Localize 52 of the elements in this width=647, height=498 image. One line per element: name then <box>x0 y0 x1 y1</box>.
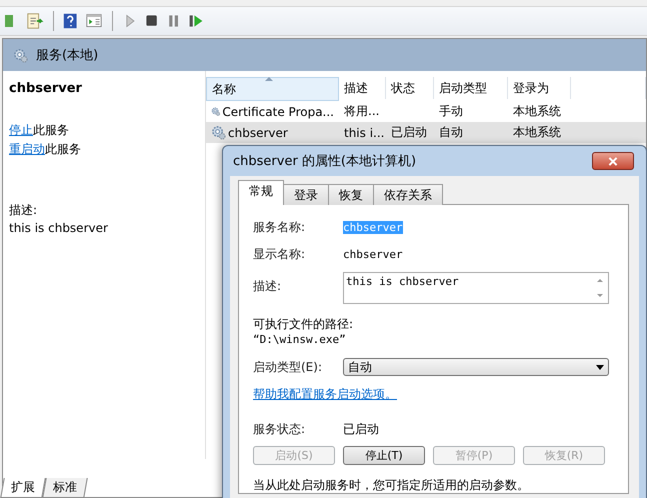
table-cell: this i... <box>344 126 384 140</box>
path-label: 可执行文件的路径: <box>253 316 354 333</box>
field-label: 描述: <box>253 278 282 295</box>
table-row[interactable]: Certificate Propa... 将用... 手动 本地系统 <box>206 101 646 122</box>
dialog-tab[interactable]: 恢复 <box>328 184 374 205</box>
document-icon[interactable] <box>26 12 44 30</box>
sort-arrow-icon <box>265 76 273 81</box>
field-label: 显示名称: <box>253 246 306 263</box>
dialog-tab[interactable]: 依存关系 <box>373 184 443 205</box>
note-text: 当从此处启动服务时，您可指定所适用的启动参数。 <box>253 477 530 494</box>
help-icon[interactable] <box>63 12 79 30</box>
column-header[interactable]: 名称 <box>206 77 339 101</box>
service-name: chbserver <box>9 81 83 96</box>
gear-icon <box>211 125 226 140</box>
gear-icon <box>13 48 28 62</box>
console-icon[interactable] <box>85 13 103 29</box>
table-row[interactable]: chbserver this i... 已启动 自动 本地系统 <box>206 122 646 143</box>
display-name-value: chbserver <box>343 248 403 261</box>
action-link[interactable]: 重启动 <box>9 142 45 156</box>
description-field[interactable]: this is chbserver <box>343 272 609 304</box>
path-value: “D:\winsw.exe” <box>253 333 347 346</box>
close-icon <box>608 156 618 166</box>
stop-icon[interactable] <box>144 13 160 29</box>
status-value: 已启动 <box>343 421 379 438</box>
table-cell: 已启动 <box>391 124 427 141</box>
resume-icon[interactable] <box>188 13 204 29</box>
field-label: 服务名称: <box>253 219 306 236</box>
table-cell: 将用... <box>344 103 380 120</box>
table-cell: chbserver <box>228 126 288 140</box>
dropdown-caret-icon <box>596 364 604 370</box>
description-text: this is chbserver <box>9 221 109 235</box>
help-link[interactable]: 帮助我配置服务启动选项。 <box>253 386 397 403</box>
dialog-title: chbserver 的属性(本地计算机) <box>233 153 416 170</box>
table-cell: 本地系统 <box>513 124 561 141</box>
table-cell: Certificate Propa... <box>222 104 334 118</box>
view-tab[interactable]: 标准 <box>42 478 88 498</box>
field-label: 服务状态: <box>253 421 306 438</box>
view-tab[interactable]: 扩展 <box>0 478 46 498</box>
dialog-tab[interactable]: 常规 <box>238 180 284 205</box>
panel-title: 服务(本地) <box>36 47 98 64</box>
field-label: 启动类型(E): <box>253 358 323 376</box>
action-link[interactable]: 停止 <box>9 123 33 137</box>
table-cell: 本地系统 <box>513 103 561 120</box>
close-button[interactable] <box>592 152 634 170</box>
dialog-tab[interactable]: 登录 <box>283 184 329 205</box>
service-control-button[interactable]: 停止(T) <box>343 446 425 465</box>
table-cell: 手动 <box>439 103 463 120</box>
action-text: 停止此服务 <box>9 122 70 139</box>
description-label: 描述: <box>9 202 38 219</box>
action-text: 重启动此服务 <box>9 141 82 158</box>
startup-type-dropdown[interactable]: 自动 <box>343 358 609 376</box>
table-cell: 自动 <box>439 124 463 141</box>
